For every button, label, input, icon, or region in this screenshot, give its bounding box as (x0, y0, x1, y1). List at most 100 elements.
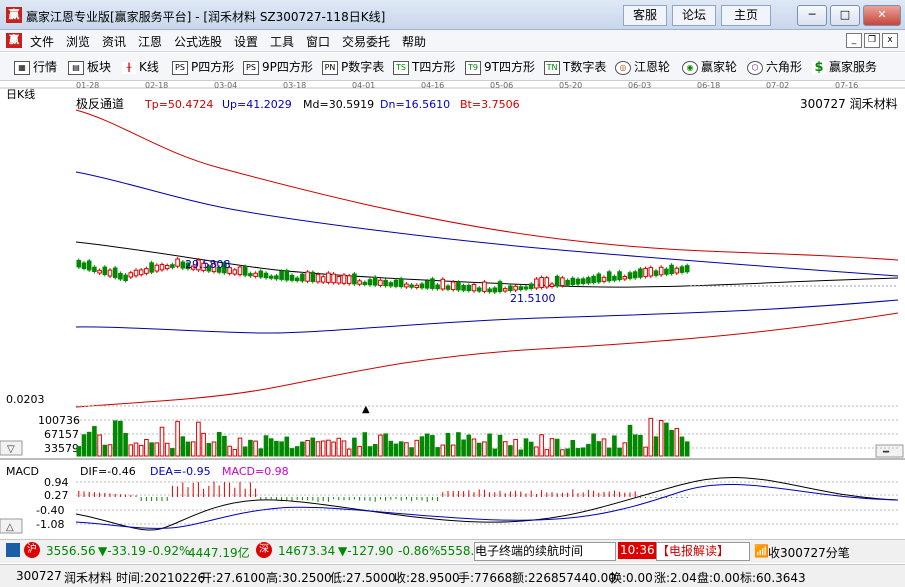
candlestick-icon: ╂ (122, 61, 136, 74)
close-button[interactable]: ✕ (863, 5, 901, 26)
customer-service-button[interactable]: 客服 (623, 5, 667, 26)
date-tick-label: 02-18 (145, 82, 168, 90)
candle-body (357, 280, 362, 285)
info-mark: 标:60.3643 (740, 571, 806, 585)
chart-area[interactable]: ▽ ━ △ 01-28 02-18 03-04 03-18 04-01 04-16 05-0… (0, 82, 905, 537)
scroll-down-icon: ▽ (7, 444, 15, 455)
dn-line (75, 299, 899, 334)
menu-window[interactable]: 窗口 (306, 33, 330, 50)
tool-kline[interactable]: ╂ K线 (122, 59, 159, 75)
volume-bar (242, 446, 248, 457)
p-number-table-icon: PN (322, 60, 338, 75)
p-square-icon: PS (172, 60, 188, 75)
app-logo-icon: 赢 (6, 7, 22, 23)
tool-winner-wheel[interactable]: ◉ 赢家轮 (682, 59, 737, 75)
news-headline[interactable]: 【电报解读】 (656, 542, 750, 561)
macd-dea: DEA=-0.95 (150, 465, 211, 478)
layout-icon[interactable] (6, 543, 20, 557)
volume-bar (81, 434, 87, 457)
volume-bar (341, 440, 347, 457)
mdi-restore-button[interactable]: ❐ (864, 33, 880, 48)
candle-body (289, 274, 295, 281)
volume-bar (372, 444, 378, 457)
menu-logo-icon: 赢 (6, 33, 22, 48)
menu-formula[interactable]: 公式选股 (174, 33, 222, 50)
candle-body (300, 273, 305, 282)
candle-body (508, 285, 513, 291)
forum-button[interactable]: 论坛 (672, 5, 716, 26)
menu-trade[interactable]: 交易委托 (342, 33, 390, 50)
blocks-icon: ▤ (68, 60, 84, 75)
volume-bar (648, 417, 654, 457)
candle-body (248, 273, 253, 277)
volume-bar (300, 441, 305, 457)
news-ticker[interactable]: 电子终端的续航时间 (474, 542, 616, 561)
info-turnover: 换:0.00 (610, 571, 653, 585)
scroll-right-button[interactable] (875, 444, 904, 458)
candle-body (513, 285, 518, 291)
tool-sectors[interactable]: ▤ 板块 (68, 59, 111, 75)
tool-p-square[interactable]: PS P四方形 (172, 59, 234, 75)
candle-body (622, 275, 628, 280)
volume-bar (253, 440, 258, 457)
volume-bar (294, 446, 300, 457)
volume-bar (274, 440, 279, 457)
candle-body (601, 276, 607, 282)
macd-name: MACD (6, 465, 39, 478)
indicator-name: 极反通道 (76, 97, 124, 111)
candle-body (326, 272, 331, 283)
menu-file[interactable]: 文件 (30, 33, 54, 50)
volume-bar (643, 446, 648, 457)
menu-settings[interactable]: 设置 (234, 33, 258, 50)
volume-bar (456, 432, 461, 457)
volume-bar (497, 434, 503, 457)
tool-quotes[interactable]: ▦ 行情 (14, 59, 57, 75)
candle-body (575, 278, 581, 285)
dif-line (75, 477, 899, 531)
tool-p-number-table[interactable]: PN P数字表 (322, 59, 384, 75)
info-close: 收:28.9500 (394, 571, 460, 585)
date-axis: 01-28 02-18 03-04 03-18 04-01 04-16 05-06 05-20… (76, 82, 858, 90)
candle-body (352, 273, 357, 285)
date-tick-label: 01-28 (76, 82, 99, 90)
tool-hexagon[interactable]: ⬡ 六角形 (747, 59, 802, 75)
maximize-button[interactable]: □ (830, 5, 860, 26)
tool-9p-square[interactable]: PS 9P四方形 (243, 59, 313, 75)
macd-axis-3: -1.08 (36, 518, 64, 531)
volume-axis-1: 100736 (38, 414, 80, 427)
volume-bar (383, 433, 388, 457)
mdi-close-button[interactable]: x (882, 33, 898, 48)
candle-body (102, 266, 108, 276)
menu-help[interactable]: 帮助 (402, 33, 426, 50)
candle-body (284, 270, 290, 281)
candle-body (263, 272, 269, 279)
tool-t-number-table[interactable]: TN T数字表 (544, 59, 606, 75)
candle-body (679, 266, 685, 273)
date-tick-label: 07-02 (766, 82, 789, 90)
menu-tools[interactable]: 工具 (270, 33, 294, 50)
volume-bar (398, 441, 404, 457)
mdi-minimize-button[interactable]: _ (846, 33, 862, 48)
tool-winner-service[interactable]: $ 赢家服务 (812, 59, 877, 75)
tool-t-square[interactable]: TS T四方形 (393, 59, 455, 75)
candle-body (164, 265, 170, 270)
candle-body (154, 264, 160, 272)
collect-tick-label[interactable]: 收300727分笔 (768, 544, 850, 561)
homepage-button[interactable]: 主页 (721, 5, 771, 26)
menu-gann[interactable]: 江恩 (138, 33, 162, 50)
candle-body (404, 283, 409, 288)
menu-browse[interactable]: 浏览 (66, 33, 90, 50)
volume-bar (320, 440, 326, 457)
tool-9t-square[interactable]: T9 9T四方形 (465, 59, 535, 75)
tool-gann-wheel[interactable]: ◎ 江恩轮 (615, 59, 670, 75)
candle-body (445, 285, 451, 290)
menu-news[interactable]: 资讯 (102, 33, 126, 50)
macd-histogram (78, 481, 688, 502)
volume-bar (591, 433, 596, 457)
candle-body (643, 267, 648, 278)
9t-square-icon: T9 (465, 60, 481, 75)
window-title: 赢家江恩专业版[赢家服务平台] - [润禾材料 SZ300727-118日K线] (26, 10, 386, 24)
minimize-button[interactable]: ─ (797, 5, 827, 26)
volume-bar (211, 441, 217, 457)
candle-body (502, 288, 508, 292)
